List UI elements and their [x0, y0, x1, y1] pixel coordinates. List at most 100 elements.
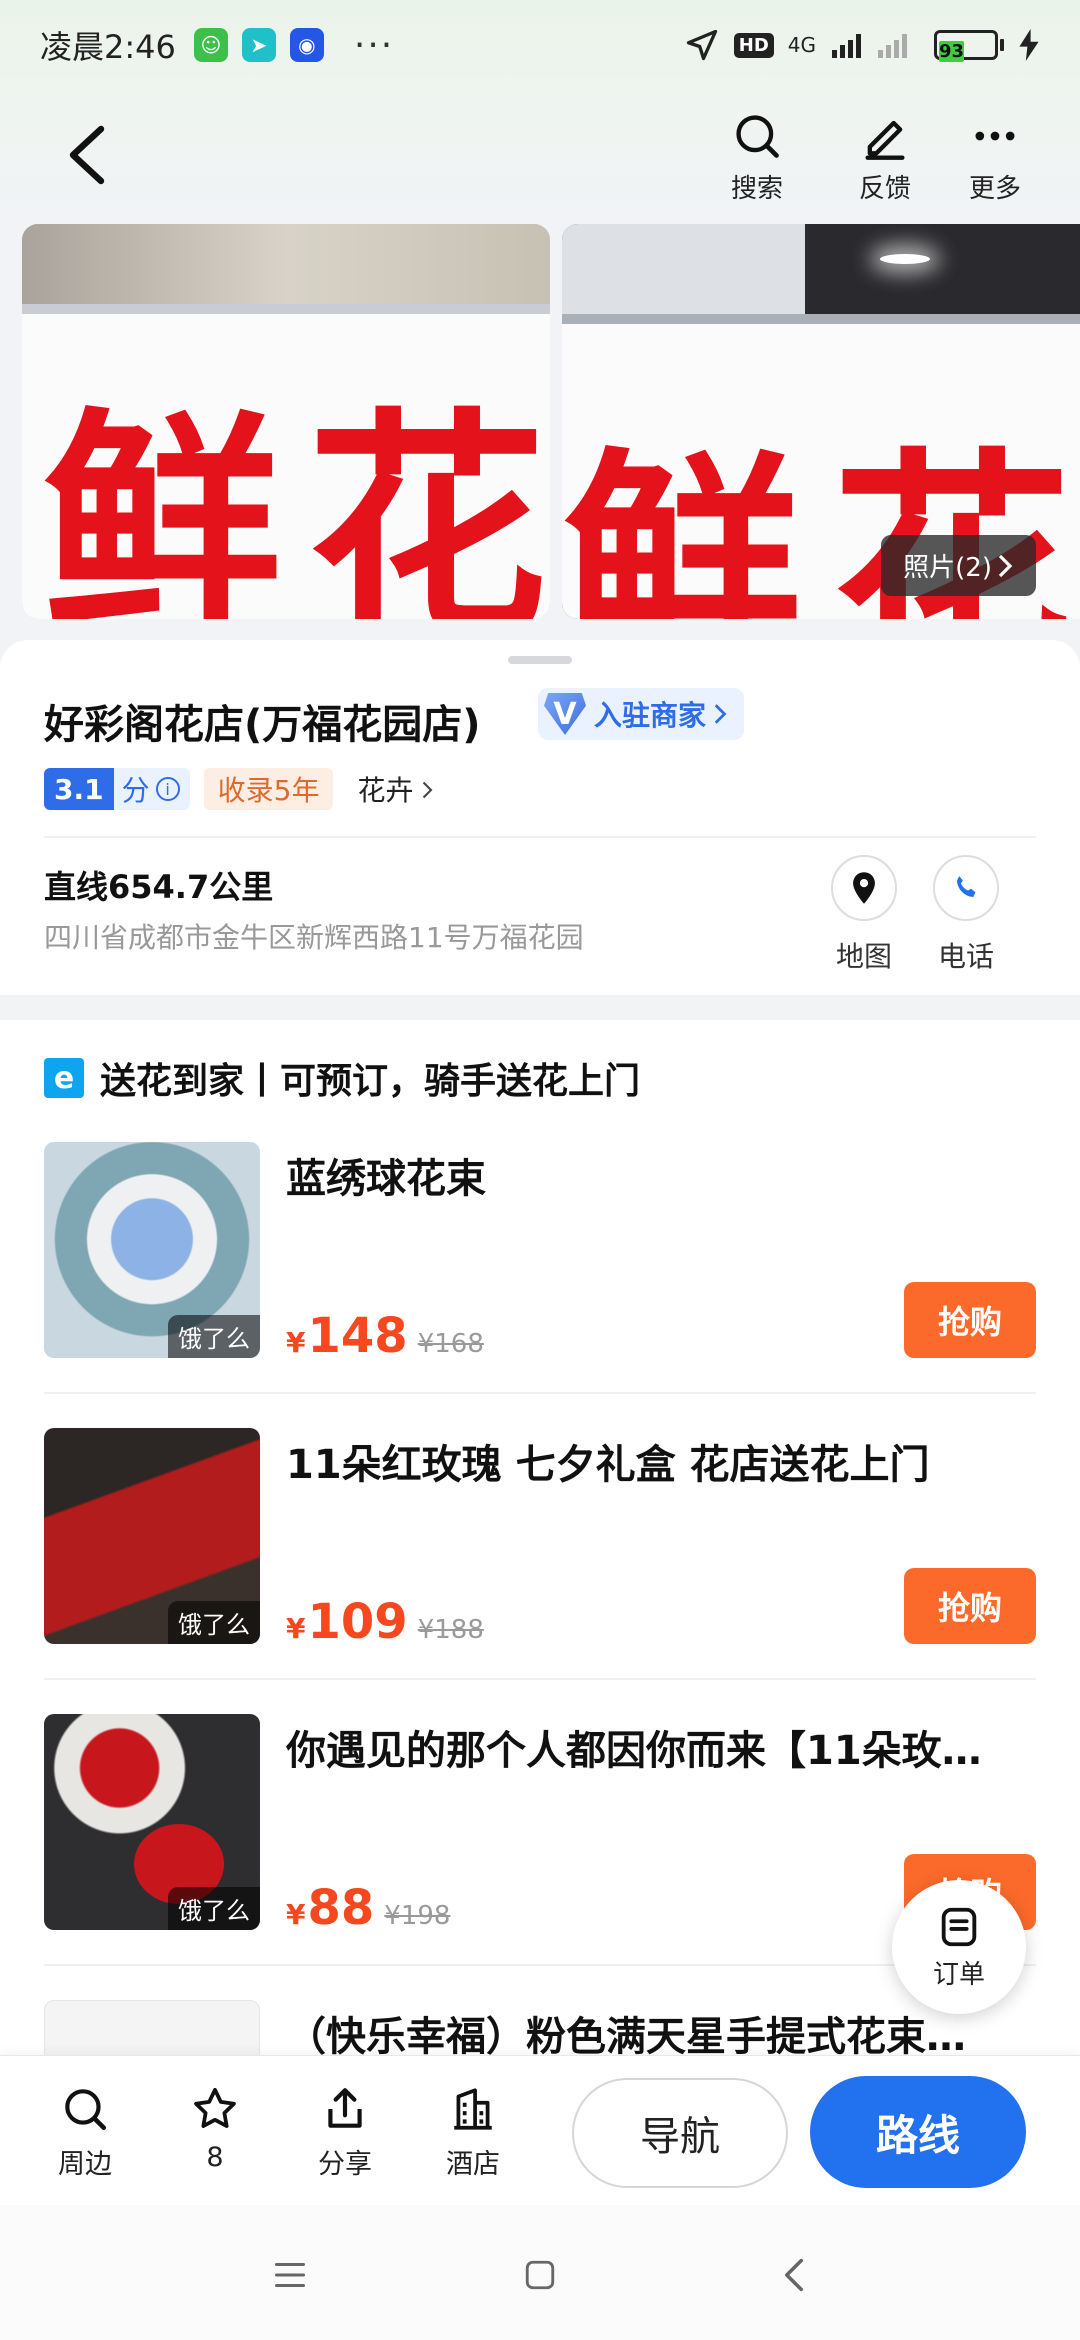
divider: [44, 1964, 1036, 1966]
map-label: 地图: [835, 940, 892, 973]
product-item[interactable]: 饿了么 蓝绣球花束 ¥ 148 ¥168 抢购: [44, 1142, 1036, 1364]
hotel-button[interactable]: 酒店: [418, 2084, 528, 2181]
product-title: 11朵红玫瑰 七夕礼盒 花店送花上门: [286, 1442, 930, 1488]
home-square-icon: [525, 2260, 555, 2290]
order-button[interactable]: 订单: [892, 1880, 1026, 2014]
category-label: 花卉: [357, 774, 414, 807]
top-navigation: 搜索 反馈 更多: [0, 90, 1080, 220]
merchant-badge-label: 入驻商家: [594, 699, 707, 732]
platform-tag: 饿了么: [168, 1887, 260, 1930]
divider: [44, 836, 1036, 838]
route-button[interactable]: 路线: [810, 2076, 1026, 2188]
order-list-icon: [941, 1907, 977, 1946]
address-text[interactable]: 四川省成都市金牛区新辉西路11号万福花园: [44, 916, 584, 956]
section-title: 送花到家丨可预订，骑手送花上门: [100, 1061, 641, 1102]
more-dots-icon: [975, 131, 1015, 141]
photo-count-label: 照片(2): [903, 553, 992, 583]
rating-badge[interactable]: 3.1 分 i: [44, 768, 190, 810]
product-title: 蓝绣球花束: [286, 1156, 486, 1202]
map-button[interactable]: 地图: [824, 855, 904, 975]
product-title: （快乐幸福）粉色满天星手提式花束…: [286, 2014, 966, 2060]
menu-icon: [275, 2263, 305, 2287]
hotel-label: 酒店: [446, 2149, 500, 2180]
navigation-arrow-icon: [686, 29, 717, 61]
shop-photo-1[interactable]: 鲜 花: [22, 224, 550, 619]
hd-badge: HD: [733, 32, 774, 58]
network-type: 4G: [787, 33, 816, 57]
order-label: 订单: [932, 1959, 985, 1990]
years-badge: 收录5年: [203, 768, 334, 810]
share-label: 分享: [318, 2149, 372, 2180]
status-bar: 凌晨2:46 ☺ ➤ ◉ ··· HD 4G 93: [0, 0, 1080, 90]
phone-button[interactable]: 电话: [926, 855, 1006, 975]
back-key[interactable]: [764, 2245, 824, 2305]
share-icon: [328, 2088, 362, 2128]
chevron-right-icon: [998, 554, 1013, 577]
product-image-hydrangea: 饿了么: [44, 1142, 260, 1358]
edit-pen-icon: [865, 120, 905, 160]
eleme-logo-icon: e: [44, 1058, 84, 1098]
phone-label: 电话: [937, 940, 994, 973]
info-icon: i: [155, 777, 180, 801]
search-button[interactable]: 搜索: [702, 110, 812, 210]
currency-symbol: ¥: [286, 1612, 306, 1645]
search-icon: [65, 2089, 107, 2131]
search-icon: [736, 115, 779, 158]
status-time: 凌晨2:46: [40, 28, 176, 66]
chevron-right-icon: [714, 704, 727, 724]
home-key[interactable]: [510, 2245, 570, 2305]
currency-symbol: ¥: [286, 1326, 306, 1359]
feedback-button[interactable]: 反馈: [830, 110, 940, 210]
menu-key[interactable]: [260, 2245, 320, 2305]
drag-handle[interactable]: [508, 656, 572, 664]
system-navigation-bar: [0, 2205, 1080, 2340]
buy-button[interactable]: 抢购: [904, 1568, 1036, 1644]
platform-tag: 饿了么: [168, 1601, 260, 1644]
category-link[interactable]: 花卉: [357, 769, 434, 809]
product-title: 你遇见的那个人都因你而来【11朵玫…: [286, 1728, 982, 1774]
divider: [44, 1678, 1036, 1680]
favorite-count: 8: [206, 2142, 224, 2173]
photo-count-button[interactable]: 照片(2): [881, 535, 1036, 596]
product-image-rose-bouquet: 饿了么: [44, 1714, 260, 1930]
calendar-app-icon: ◉: [289, 28, 324, 62]
nearby-label: 周边: [58, 2149, 112, 2180]
navigate-button[interactable]: 导航: [572, 2078, 788, 2188]
charging-icon: [1019, 29, 1039, 61]
wechat-app-icon: ☺: [193, 28, 228, 62]
shop-meta: 3.1 分 i 收录5年 花卉: [44, 768, 434, 810]
currency-symbol: ¥: [286, 1898, 306, 1931]
product-item[interactable]: 饿了么 你遇见的那个人都因你而来【11朵玫… ¥ 88 ¥198 抢购: [44, 1714, 1036, 1936]
current-price: 148: [307, 1308, 408, 1364]
original-price: ¥188: [417, 1615, 484, 1645]
product-item[interactable]: 饿了么 11朵红玫瑰 七夕礼盒 花店送花上门 ¥ 109 ¥188 抢购: [44, 1428, 1036, 1650]
star-icon: [194, 2087, 236, 2128]
map-pin-icon: [853, 872, 875, 904]
favorite-button[interactable]: 8: [160, 2084, 270, 2173]
feedback-label: 反馈: [858, 174, 911, 204]
signal-icon: [832, 34, 907, 58]
shop-info-card: 好彩阁花店(万福花园店) V 入驻商家 3.1 分 i 收录5年 花卉 直线65…: [0, 640, 1080, 995]
rating-unit: 分: [121, 774, 150, 807]
more-button[interactable]: 更多: [940, 110, 1050, 210]
section-header: e 送花到家丨可预订，骑手送花上门: [44, 1052, 640, 1104]
back-chevron-icon: [785, 2258, 803, 2292]
merchant-badge[interactable]: V 入驻商家: [538, 688, 745, 740]
buy-button[interactable]: 抢购: [904, 1282, 1036, 1358]
location-app-icon: ➤: [241, 28, 276, 62]
back-button[interactable]: [52, 120, 122, 190]
original-price: ¥168: [417, 1329, 484, 1359]
platform-tag: 饿了么: [168, 1315, 260, 1358]
share-button[interactable]: 分享: [290, 2084, 400, 2181]
nearby-button[interactable]: 周边: [30, 2084, 140, 2181]
price: ¥ 148 ¥168: [286, 1308, 484, 1364]
back-arrow-icon: [69, 125, 105, 185]
product-image-rose-box: 饿了么: [44, 1428, 260, 1644]
sign-character: 鲜: [562, 428, 803, 619]
divider: [44, 1392, 1036, 1394]
sign-character: 花: [307, 388, 548, 619]
price: ¥ 88 ¥198: [286, 1880, 450, 1936]
shop-name: 好彩阁花店(万福花园店): [44, 702, 481, 748]
rating-score: 3.1: [44, 768, 114, 810]
distance-text: 直线654.7公里: [44, 868, 274, 906]
